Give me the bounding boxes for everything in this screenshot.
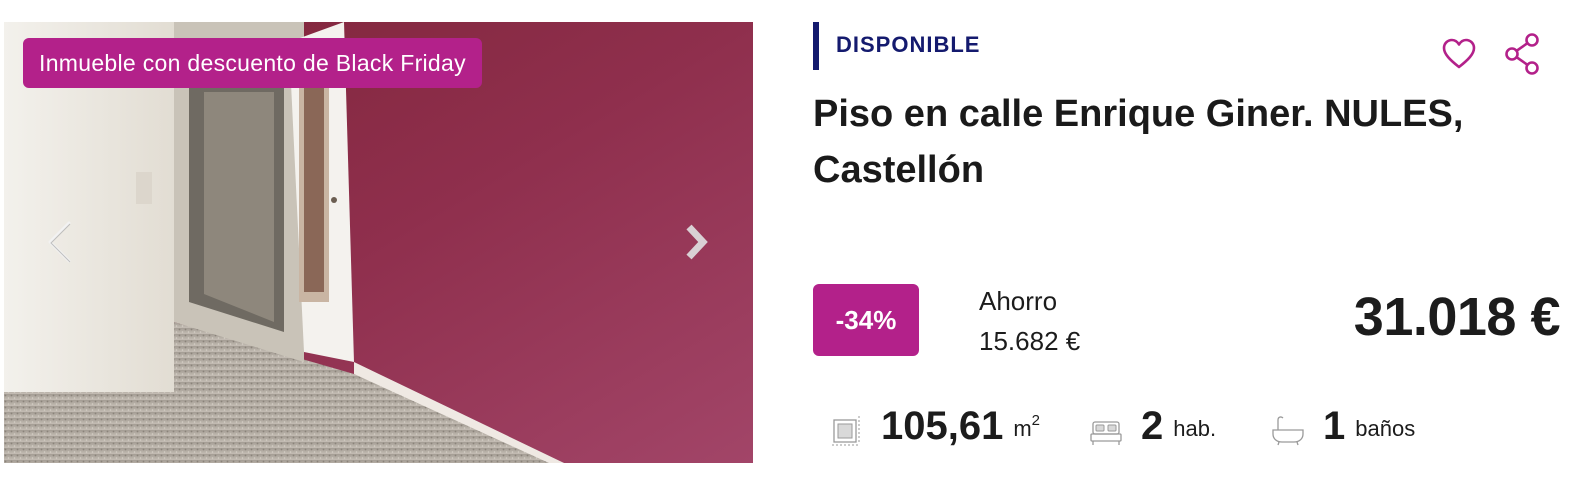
share-icon [1505, 33, 1539, 75]
heart-icon [1442, 38, 1476, 69]
property-photo-carousel[interactable]: Inmueble con descuento de Black Friday [4, 22, 753, 463]
chevron-right-icon [686, 224, 708, 260]
rooms-value: 2 [1141, 404, 1164, 448]
chevron-left-icon [48, 221, 71, 263]
listing-title: Piso en calle Enrique Giner. NULES, Cast… [813, 93, 1464, 191]
carousel-next-button[interactable] [676, 218, 716, 266]
property-photo [4, 22, 753, 463]
feature-baths: 1 baños [1270, 398, 1415, 450]
share-button[interactable] [1500, 30, 1544, 78]
favorite-button[interactable] [1438, 34, 1480, 74]
rooms-unit: hab. [1173, 416, 1217, 441]
listing-price: 31.018 € [1353, 287, 1561, 347]
savings-value: 15.682 € [979, 326, 1081, 356]
baths-value: 1 [1323, 404, 1346, 448]
floor-plan-icon [832, 416, 860, 446]
feature-area: 105,61 m2 [828, 398, 1040, 450]
discount-badge: -34% [813, 284, 919, 356]
baths-unit: baños [1355, 416, 1416, 441]
carousel-prev-button[interactable] [40, 218, 80, 266]
availability-status: DISPONIBLE [813, 22, 980, 70]
black-friday-badge: Inmueble con descuento de Black Friday [23, 38, 482, 88]
area-value: 105,61 [881, 404, 1004, 448]
bathtub-icon [1272, 416, 1304, 446]
savings-label: Ahorro [979, 286, 1058, 316]
bed-icon [1090, 421, 1122, 445]
feature-rooms: 2 hab. [1088, 398, 1216, 450]
area-unit: m2 [1013, 412, 1041, 441]
